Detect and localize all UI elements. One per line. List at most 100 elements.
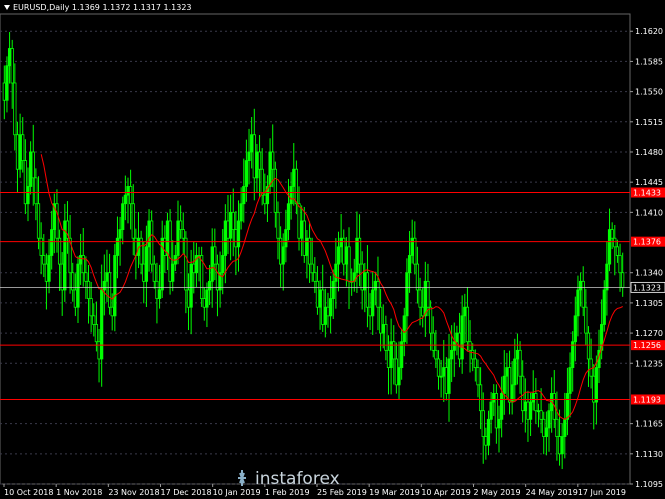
candle-body — [500, 393, 504, 420]
candle-body — [555, 418, 559, 437]
y-tick-label: 1.1340 — [635, 269, 663, 278]
candle-body — [323, 306, 327, 325]
candle-body — [131, 203, 135, 239]
candle-body — [7, 48, 12, 67]
candle-body — [318, 289, 322, 308]
candle-body — [423, 280, 427, 317]
candle-body — [286, 203, 291, 230]
candle-body — [84, 272, 88, 282]
candle-body — [557, 436, 562, 455]
candle-body — [129, 186, 133, 205]
candle-body — [384, 324, 388, 351]
candle-body — [60, 263, 64, 291]
candle-body — [497, 418, 501, 429]
candle-body — [236, 220, 241, 248]
chart-header[interactable]: EURUSD,Daily 1.1369 1.1372 1.1317 1.1323 — [4, 3, 192, 12]
candle-body — [105, 272, 109, 282]
candle-body — [100, 289, 104, 360]
candle-body — [186, 289, 191, 308]
candle-body — [536, 410, 541, 413]
candle-body — [144, 246, 149, 282]
candle-body — [481, 410, 485, 437]
candle-body — [263, 194, 267, 205]
x-tick-label: 10 Oct 2018 — [4, 488, 53, 497]
candle-body — [94, 324, 99, 343]
candle-body — [142, 263, 146, 282]
candle-body — [250, 134, 254, 153]
candle-body — [102, 280, 106, 291]
candle-body — [121, 203, 125, 230]
candle-body — [18, 134, 22, 170]
candle-body — [421, 306, 425, 317]
candle-body — [478, 384, 483, 412]
candle-body — [13, 82, 17, 136]
candle-body — [507, 367, 512, 403]
candle-body — [339, 237, 343, 248]
watermark-text: instaforex — [255, 469, 340, 489]
candle-body — [205, 289, 209, 308]
price-chart[interactable]: 1.14331.13761.12561.1193 1.16201.15851.1… — [0, 0, 665, 499]
candle-body — [455, 332, 459, 343]
chevron-down-icon[interactable] — [4, 5, 10, 10]
candle-body — [392, 341, 396, 360]
candle-body — [531, 393, 535, 403]
candle-body — [428, 306, 433, 334]
candle-body — [147, 220, 151, 248]
candle-body — [157, 289, 162, 299]
ohlc-values: 1.1369 1.1372 1.1317 1.1323 — [71, 3, 192, 12]
candle-body — [560, 436, 564, 455]
watermark-logo: instaforex — [237, 466, 385, 490]
candle-body — [410, 237, 414, 256]
candle-body — [86, 280, 91, 299]
candle-body — [565, 393, 570, 420]
candle-body — [34, 177, 38, 205]
y-tick-label: 1.1095 — [635, 480, 663, 489]
candle-body — [73, 289, 77, 308]
y-tick-label: 1.1165 — [635, 420, 663, 429]
candle-body — [476, 367, 480, 386]
candle-body — [81, 255, 85, 274]
x-tick-label: 2 May 2019 — [474, 488, 521, 497]
candle-body — [518, 349, 522, 377]
candle-body — [255, 151, 259, 179]
candle-body — [436, 358, 441, 377]
candle-body — [123, 194, 127, 205]
candle-body — [521, 375, 525, 412]
candle-body — [244, 160, 249, 187]
candle-body — [484, 436, 488, 446]
candle-body — [376, 280, 380, 308]
candle-body — [442, 367, 446, 377]
candle-body — [165, 220, 170, 256]
x-tick-label: 1 Nov 2018 — [56, 488, 102, 497]
candle-body — [589, 358, 593, 377]
y-tick-label: 1.1305 — [635, 299, 663, 308]
candle-body — [528, 401, 533, 420]
candle-body — [310, 263, 314, 274]
candle-body — [584, 306, 588, 334]
candle-body — [152, 263, 156, 282]
candle-body — [300, 220, 304, 239]
candle-body — [326, 306, 330, 317]
candle-body — [315, 280, 320, 308]
candle-body — [502, 375, 506, 394]
x-tick-label: 10 Apr 2019 — [421, 488, 470, 497]
candle-body — [494, 393, 498, 429]
y-tick-label: 1.1130 — [635, 450, 663, 459]
candle-body — [44, 263, 49, 282]
candle-body — [331, 280, 335, 299]
candle-body — [360, 263, 364, 291]
candle-body — [321, 289, 325, 325]
candle-body — [605, 263, 609, 291]
candle-body — [418, 289, 422, 308]
candle-body — [294, 168, 298, 205]
candle-body — [355, 237, 359, 274]
candle-body — [223, 220, 227, 256]
level-label: 1.1193 — [633, 395, 661, 404]
candle-body — [344, 246, 348, 265]
candle-body — [542, 418, 546, 437]
candle-body — [329, 298, 333, 317]
candle-body — [594, 367, 598, 403]
candle-body — [373, 280, 377, 291]
y-tick-label: 1.1235 — [635, 359, 663, 368]
candle-body — [231, 211, 235, 230]
